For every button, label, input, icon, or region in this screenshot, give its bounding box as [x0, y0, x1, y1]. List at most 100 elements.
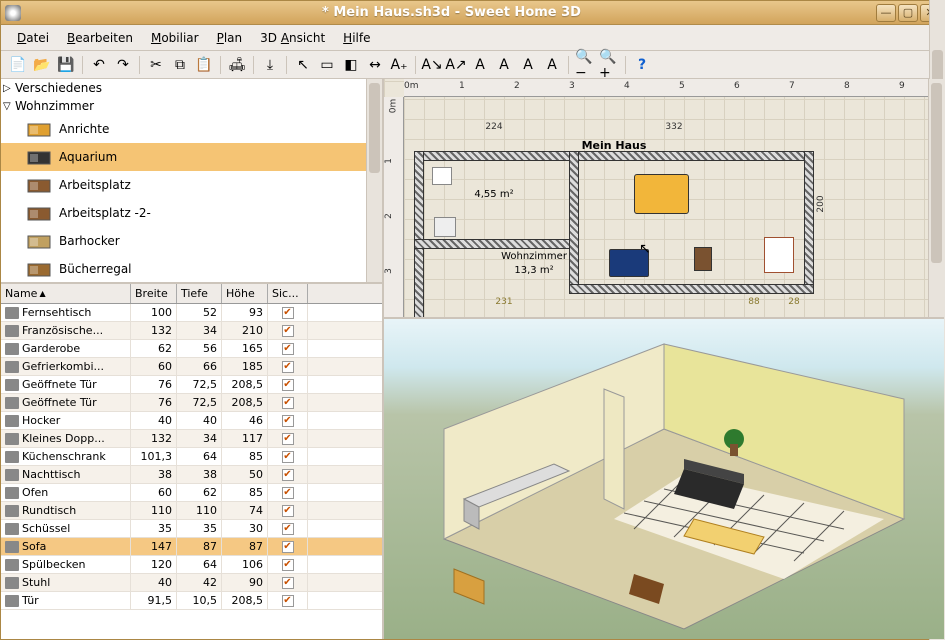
- create-dimensions-button[interactable]: ↔: [364, 54, 386, 76]
- cell-visible[interactable]: ✔: [268, 502, 308, 519]
- cell-visible[interactable]: ✔: [268, 340, 308, 357]
- table-row[interactable]: Geöffnete Tür7672,5208,5✔: [1, 394, 382, 412]
- table-row[interactable]: Geöffnete Tür7672,5208,5✔: [1, 376, 382, 394]
- cut-button[interactable]: ✂: [145, 54, 167, 76]
- menu-hilfe[interactable]: Hilfe: [335, 28, 378, 48]
- catalog-item[interactable]: Aquarium: [1, 143, 382, 171]
- help-button[interactable]: ?: [631, 54, 653, 76]
- cell-visible[interactable]: ✔: [268, 304, 308, 321]
- copy-button[interactable]: ⧉: [169, 54, 191, 76]
- table-row[interactable]: Französische...13234210✔: [1, 322, 382, 340]
- wall[interactable]: [569, 284, 814, 294]
- checkbox-icon[interactable]: ✔: [282, 451, 294, 463]
- table-row[interactable]: Spülbecken12064106✔: [1, 556, 382, 574]
- redo-button[interactable]: ↷: [112, 54, 134, 76]
- plan-item-sink[interactable]: [432, 167, 452, 185]
- cell-visible[interactable]: ✔: [268, 394, 308, 411]
- table-row[interactable]: Rundtisch11011074✔: [1, 502, 382, 520]
- menu-3d ansicht[interactable]: 3D Ansicht: [252, 28, 333, 48]
- menu-bearbeiten[interactable]: Bearbeiten: [59, 28, 141, 48]
- zoom-out-button[interactable]: A↘: [421, 54, 443, 76]
- catalog-item[interactable]: Arbeitsplatz: [1, 171, 382, 199]
- table-row[interactable]: Schüssel353530✔: [1, 520, 382, 538]
- catalog-category[interactable]: ▷ Verschiedenes: [1, 79, 382, 97]
- create-rooms-button[interactable]: ◧: [340, 54, 362, 76]
- wall[interactable]: [414, 151, 814, 161]
- checkbox-icon[interactable]: ✔: [282, 523, 294, 535]
- column-hoehe[interactable]: Höhe: [222, 284, 268, 303]
- column-sichtbar[interactable]: Sic...: [268, 284, 308, 303]
- wall[interactable]: [414, 239, 574, 249]
- fit-button[interactable]: A: [469, 54, 491, 76]
- zoom-in-button[interactable]: A↗: [445, 54, 467, 76]
- menu-plan[interactable]: Plan: [209, 28, 251, 48]
- paste-button[interactable]: 📋: [193, 54, 215, 76]
- plan-item-wardrobe[interactable]: [764, 237, 794, 273]
- plan-item-plant[interactable]: [694, 247, 712, 271]
- table-row[interactable]: Garderobe6256165✔: [1, 340, 382, 358]
- plan-item-bed[interactable]: [634, 174, 689, 214]
- table-row[interactable]: Ofen606285✔: [1, 484, 382, 502]
- add-furniture-button[interactable]: 🛋: [226, 54, 248, 76]
- import-button[interactable]: ⤓: [259, 54, 281, 76]
- checkbox-icon[interactable]: ✔: [282, 379, 294, 391]
- cell-visible[interactable]: ✔: [268, 358, 308, 375]
- text-a2-button[interactable]: A: [541, 54, 563, 76]
- menu-mobiliar[interactable]: Mobiliar: [143, 28, 207, 48]
- checkbox-icon[interactable]: ✔: [282, 469, 294, 481]
- cell-visible[interactable]: ✔: [268, 556, 308, 573]
- catalog-category[interactable]: ▽ Wohnzimmer: [1, 97, 382, 115]
- table-row[interactable]: Tür91,510,5208,5✔: [1, 592, 382, 610]
- undo-button[interactable]: ↶: [88, 54, 110, 76]
- checkbox-icon[interactable]: ✔: [282, 577, 294, 589]
- cell-visible[interactable]: ✔: [268, 574, 308, 591]
- wall[interactable]: [414, 151, 424, 319]
- table-row[interactable]: Stuhl404290✔: [1, 574, 382, 592]
- minimize-button[interactable]: —: [876, 4, 896, 22]
- cell-visible[interactable]: ✔: [268, 538, 308, 555]
- open-file-button[interactable]: 📂: [31, 54, 53, 76]
- select-tool-button[interactable]: ↖: [292, 54, 314, 76]
- furniture-table[interactable]: Name▲BreiteTiefeHöheSic...Fernsehtisch10…: [1, 284, 382, 639]
- catalog-item[interactable]: Arbeitsplatz -2-: [1, 199, 382, 227]
- plan-item-fridge[interactable]: [434, 217, 456, 237]
- menu-datei[interactable]: Datei: [9, 28, 57, 48]
- catalog-item[interactable]: Bücherregal: [1, 255, 382, 283]
- checkbox-icon[interactable]: ✔: [282, 397, 294, 409]
- pan-button[interactable]: A: [493, 54, 515, 76]
- checkbox-icon[interactable]: ✔: [282, 307, 294, 319]
- cell-visible[interactable]: ✔: [268, 448, 308, 465]
- table-row[interactable]: Küchenschrank101,36485✔: [1, 448, 382, 466]
- checkbox-icon[interactable]: ✔: [282, 505, 294, 517]
- save-file-button[interactable]: 💾: [55, 54, 77, 76]
- zoom-plus-button[interactable]: 🔍+: [598, 54, 620, 76]
- column-name[interactable]: Name▲: [1, 284, 131, 303]
- checkbox-icon[interactable]: ✔: [282, 343, 294, 355]
- checkbox-icon[interactable]: ✔: [282, 433, 294, 445]
- checkbox-icon[interactable]: ✔: [282, 325, 294, 337]
- cell-visible[interactable]: ✔: [268, 484, 308, 501]
- wall[interactable]: [804, 151, 814, 291]
- cell-visible[interactable]: ✔: [268, 412, 308, 429]
- maximize-button[interactable]: ▢: [898, 4, 918, 22]
- catalog-scrollbar[interactable]: [366, 79, 382, 282]
- cell-visible[interactable]: ✔: [268, 466, 308, 483]
- checkbox-icon[interactable]: ✔: [282, 415, 294, 427]
- checkbox-icon[interactable]: ✔: [282, 595, 294, 607]
- table-row[interactable]: Hocker404046✔: [1, 412, 382, 430]
- text-a-button[interactable]: A: [517, 54, 539, 76]
- table-row[interactable]: Kleines Dopp...13234117✔: [1, 430, 382, 448]
- titlebar[interactable]: * Mein Haus.sh3d - Sweet Home 3D — ▢ ✕: [1, 1, 944, 25]
- table-row[interactable]: Fernsehtisch1005293✔: [1, 304, 382, 322]
- cell-visible[interactable]: ✔: [268, 376, 308, 393]
- add-text-button[interactable]: A₊: [388, 54, 410, 76]
- checkbox-icon[interactable]: ✔: [282, 559, 294, 571]
- plan-scrollbar[interactable]: [928, 79, 944, 317]
- zoom-minus-button[interactable]: 🔍−: [574, 54, 596, 76]
- catalog-item[interactable]: Anrichte: [1, 115, 382, 143]
- checkbox-icon[interactable]: ✔: [282, 541, 294, 553]
- view-3d[interactable]: [384, 319, 944, 639]
- checkbox-icon[interactable]: ✔: [282, 361, 294, 373]
- table-row[interactable]: Nachttisch383850✔: [1, 466, 382, 484]
- create-walls-button[interactable]: ▭: [316, 54, 338, 76]
